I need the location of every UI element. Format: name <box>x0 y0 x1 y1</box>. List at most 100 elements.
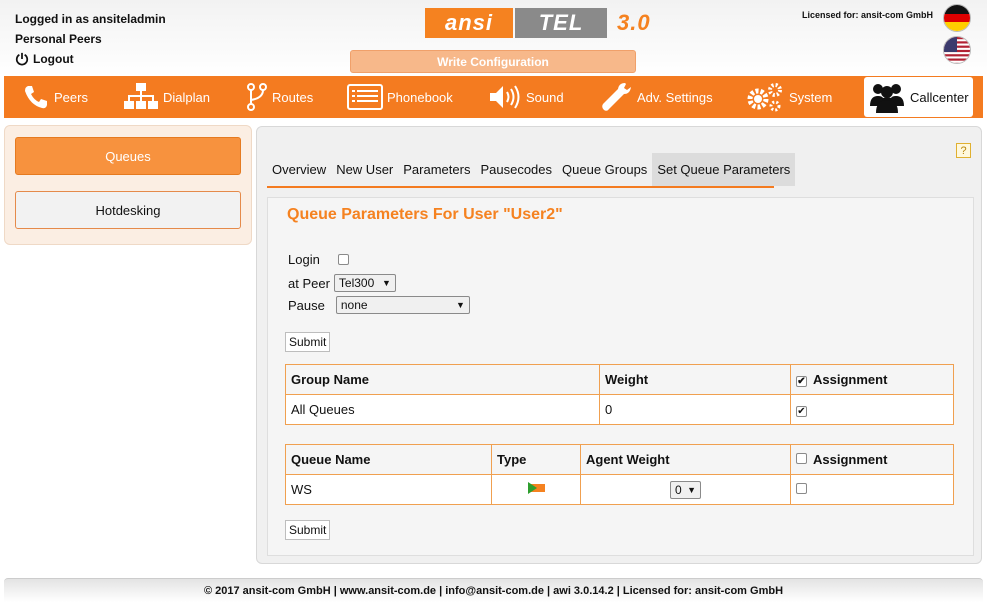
login-label: Login <box>288 252 320 267</box>
user-info: Logged in as ansiteladmin Personal Peers… <box>15 9 166 69</box>
group-assign-checkbox[interactable]: ✔ <box>796 406 807 418</box>
submit-button-bottom[interactable]: Submit <box>285 520 331 540</box>
login-row: Login <box>288 252 349 267</box>
pause-row: Pause none ▼ <box>288 296 470 314</box>
nav-label: Dialplan <box>163 89 210 105</box>
col-assignment: ✔ Assignment <box>790 364 954 395</box>
logged-in-text: Logged in as ansiteladmin <box>15 12 166 26</box>
tabs-underline <box>267 186 774 188</box>
peer-select[interactable]: Tel300 ▼ <box>333 274 396 292</box>
col-agent-weight: Agent Weight <box>580 444 791 475</box>
tab-new-user[interactable]: New User <box>331 153 398 186</box>
power-icon <box>15 52 29 66</box>
col-group-name: Group Name <box>285 364 600 395</box>
queue-table-header: Queue Name Type Agent Weight Assignment <box>285 444 954 475</box>
chevron-down-icon: ▼ <box>382 278 391 288</box>
peer-select-value: Tel300 <box>338 276 375 290</box>
nav-label: Phonebook <box>387 89 453 105</box>
wrench-icon <box>602 83 631 111</box>
col-queue-name: Queue Name <box>285 444 492 475</box>
queue-assign-checkbox[interactable] <box>796 483 807 494</box>
tab-pausecodes[interactable]: Pausecodes <box>475 153 557 186</box>
help-icon[interactable]: ? <box>956 143 971 158</box>
agent-weight-select[interactable]: 0 ▼ <box>670 480 701 499</box>
peer-label: at Peer <box>288 275 330 291</box>
logout-button[interactable]: Logout <box>15 49 166 69</box>
tab-parameters[interactable]: Parameters <box>398 153 475 186</box>
speaker-icon <box>490 85 520 109</box>
queue-name-cell: WS <box>285 474 492 505</box>
table-row: All Queues 0 ✔ <box>285 394 954 425</box>
tab-bar: Overview New User Parameters Pausecodes … <box>267 153 796 186</box>
col-type: Type <box>491 444 581 475</box>
nav-dialplan[interactable]: Dialplan <box>123 76 210 118</box>
nav-peers[interactable]: Peers <box>22 76 88 118</box>
submit-button-top[interactable]: Submit <box>285 332 331 352</box>
group-table: Group Name Weight ✔ Assignment All Queues… <box>285 364 954 425</box>
group-assignment-cell: ✔ <box>790 394 954 425</box>
queue-table: Queue Name Type Agent Weight Assignment … <box>285 444 954 505</box>
gears-icon <box>747 83 782 112</box>
personal-peers-link[interactable]: Personal Peers <box>15 29 166 49</box>
table-row: WS 0 ▼ <box>285 474 954 505</box>
sitemap-icon <box>124 83 158 109</box>
nav-label: Routes <box>272 89 314 105</box>
agent-weight-value: 0 <box>675 482 682 497</box>
phone-icon <box>25 86 47 109</box>
tab-set-queue-parameters[interactable]: Set Queue Parameters <box>652 153 796 186</box>
main-content: ? Overview New User Parameters Pausecode… <box>256 126 982 564</box>
group-assign-all-checkbox[interactable]: ✔ <box>796 376 807 388</box>
queue-assign-all-checkbox[interactable] <box>796 453 807 464</box>
logo-tel: TEL <box>515 8 607 38</box>
nav-label: Sound <box>526 89 564 105</box>
group-weight-cell: 0 <box>599 394 791 425</box>
nav-sound[interactable]: Sound <box>488 76 564 118</box>
main-nav: Peers Dialplan Routes Phonebook Sound Ad… <box>4 76 983 118</box>
queue-type-icon <box>528 482 545 494</box>
queue-type-cell <box>491 474 581 505</box>
group-table-header: Group Name Weight ✔ Assignment <box>285 364 954 395</box>
footer-text: © 2017 ansit-com GmbH | www.ansit-com.de… <box>203 584 784 597</box>
nav-label: Peers <box>54 89 88 105</box>
logo-version: 3.0 <box>617 10 651 35</box>
chevron-down-icon: ▼ <box>455 300 465 310</box>
sidebar: Queues Hotdesking <box>4 125 252 245</box>
queue-agent-weight-cell: 0 ▼ <box>580 474 791 505</box>
nav-label: System <box>789 89 833 105</box>
panel-title: Queue Parameters For User "User2" <box>287 206 563 223</box>
german-flag-icon[interactable] <box>943 4 971 32</box>
routes-icon <box>247 83 267 111</box>
col-queue-assignment-label: Assignment <box>813 452 888 467</box>
chevron-down-icon: ▼ <box>687 484 696 495</box>
ansitel-logo: ansi TEL 3.0 <box>425 8 651 38</box>
phonebook-icon <box>347 84 383 110</box>
sidebar-item-queues[interactable]: Queues <box>15 137 241 175</box>
peer-row: at Peer Tel300 ▼ <box>288 274 396 292</box>
license-text: Licensed for: ansit-com GmbH <box>802 10 934 20</box>
logo-ansi: ansi <box>425 8 513 38</box>
nav-phonebook[interactable]: Phonebook <box>347 76 453 118</box>
tab-overview[interactable]: Overview <box>267 153 331 186</box>
us-flag-icon[interactable] <box>943 36 971 64</box>
nav-label: Adv. Settings <box>637 89 713 105</box>
sidebar-item-hotdesking[interactable]: Hotdesking <box>15 191 241 229</box>
nav-system[interactable]: System <box>745 76 832 118</box>
tab-queue-groups[interactable]: Queue Groups <box>557 153 652 186</box>
col-queue-assignment: Assignment <box>790 444 954 475</box>
users-icon <box>870 84 904 113</box>
group-name-cell: All Queues <box>285 394 600 425</box>
header: Logged in as ansiteladmin Personal Peers… <box>0 0 987 76</box>
pause-select[interactable]: none ▼ <box>335 296 470 314</box>
nav-routes[interactable]: Routes <box>246 76 313 118</box>
login-checkbox[interactable] <box>337 254 349 265</box>
write-configuration-button[interactable]: Write Configuration <box>350 50 636 73</box>
queue-parameters-panel: Queue Parameters For User "User2" Login … <box>267 197 974 556</box>
col-weight: Weight <box>599 364 791 395</box>
pause-label: Pause <box>288 297 325 313</box>
footer: © 2017 ansit-com GmbH | www.ansit-com.de… <box>4 578 983 602</box>
nav-adv-settings[interactable]: Adv. Settings <box>599 76 713 118</box>
nav-callcenter[interactable]: Callcenter <box>864 77 973 117</box>
queue-assignment-cell <box>790 474 954 505</box>
pause-select-value: none <box>340 298 368 312</box>
col-assignment-label: Assignment <box>813 371 888 387</box>
